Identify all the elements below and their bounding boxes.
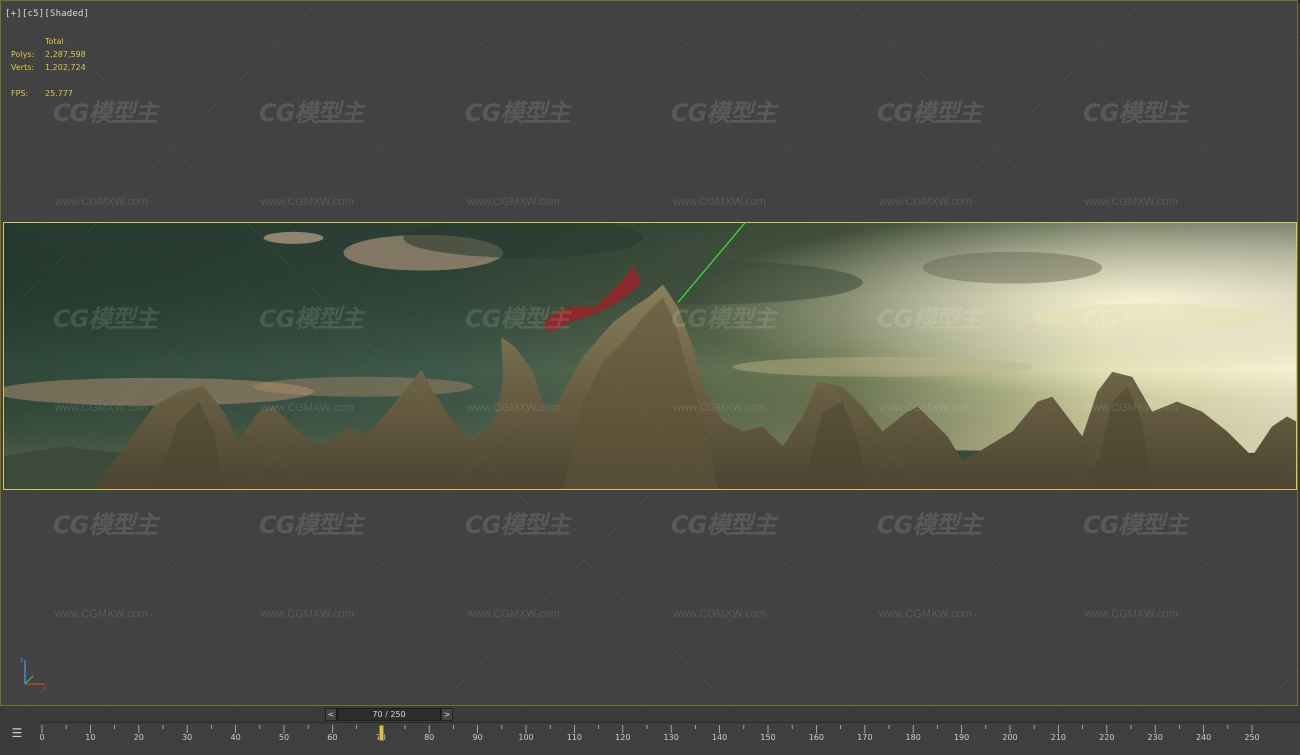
ruler-label: 100 <box>518 733 534 742</box>
app-window: [+][c5][Shaded] Total Polys: 2,287,598 Ve… <box>0 0 1300 755</box>
ruler-label: 150 <box>760 733 776 742</box>
watermark-url: www.CGMXW.com <box>261 196 354 208</box>
ruler-label: 90 <box>472 733 483 742</box>
fps-label: FPS: <box>11 89 29 98</box>
ruler-label: 60 <box>327 733 338 742</box>
svg-text:z: z <box>20 657 23 664</box>
ruler-label: 10 <box>85 733 96 742</box>
viewport-statistics: Total Polys: 2,287,598 Verts: 1,202,724 FP… <box>11 35 115 100</box>
ruler-label: 210 <box>1050 733 1067 742</box>
watermark-url: www.CGMXW.com <box>673 608 766 620</box>
viewport-label[interactable]: [+][c5][Shaded] <box>5 9 89 19</box>
ruler-label: 20 <box>133 733 144 742</box>
ruler-label: 40 <box>230 733 241 742</box>
watermark-url: www.CGMXW.com <box>879 608 972 620</box>
next-frame-button[interactable]: > <box>441 707 453 721</box>
watermark-logo: CG模型主 <box>1083 99 1188 127</box>
watermark-url: www.CGMXW.com <box>467 196 560 208</box>
watermark-url: www.CGMXW.com <box>673 196 766 208</box>
watermark-url: www.CGMXW.com <box>55 196 148 208</box>
ruler-label: 140 <box>711 733 728 742</box>
watermark-url: www.CGMXW.com <box>1085 608 1178 620</box>
watermark-logo: CG模型主 <box>1083 511 1188 539</box>
ruler-label: 130 <box>663 733 679 742</box>
watermark-logo: CG模型主 <box>53 511 158 539</box>
ruler-label: 180 <box>905 733 921 742</box>
ruler-label: 240 <box>1195 733 1212 742</box>
watermark-logo: CG模型主 <box>465 99 570 127</box>
verts-label: Verts: <box>11 63 35 72</box>
ruler-label: 0 <box>39 733 45 742</box>
ruler-label: 170 <box>857 733 873 742</box>
ruler-label: 110 <box>566 733 583 742</box>
watermark-logo: CG模型主 <box>877 511 982 539</box>
ruler-label: 120 <box>615 733 631 742</box>
watermark-logo: CG模型主 <box>259 99 364 127</box>
ruler-label: 250 <box>1244 733 1260 742</box>
watermark-logo: CG模型主 <box>671 99 776 127</box>
ruler-label: 50 <box>278 733 290 742</box>
curve-editor-icon[interactable]: ☰ <box>8 725 26 741</box>
watermark-url: www.CGMXW.com <box>261 608 354 620</box>
perspective-viewport[interactable]: [+][c5][Shaded] Total Polys: 2,287,598 Ve… <box>0 0 1300 707</box>
watermark-logo: CG模型主 <box>671 511 776 539</box>
polys-label: Polys: <box>11 50 35 59</box>
ruler-label: 220 <box>1099 733 1115 742</box>
fps-value: 25.777 <box>45 89 73 98</box>
watermark-url: www.CGMXW.com <box>1085 196 1178 208</box>
mountain-scene-image <box>4 223 1296 489</box>
watermark-logo: CG模型主 <box>877 99 982 127</box>
stats-header: Total <box>45 37 64 46</box>
watermark-logo: CG模型主 <box>259 511 364 539</box>
ruler-label: 160 <box>808 733 825 742</box>
prev-frame-button[interactable]: < <box>325 707 337 721</box>
ruler-label: 80 <box>424 733 435 742</box>
watermark-url: www.CGMXW.com <box>55 608 148 620</box>
ruler-label: 190 <box>953 733 970 742</box>
current-frame-marker[interactable] <box>378 725 384 741</box>
trackbar[interactable]: 0102030405060708090100110120130140150160… <box>39 722 1300 755</box>
time-slider[interactable]: < 70 / 250 > <box>325 707 455 721</box>
polys-value: 2,287,598 <box>45 50 86 59</box>
watermark-url: www.CGMXW.com <box>467 608 560 620</box>
watermark-url: www.CGMXW.com <box>879 196 972 208</box>
safe-frame-render <box>3 222 1297 490</box>
ruler-label: 30 <box>182 733 193 742</box>
frame-ruler[interactable]: 0102030405060708090100110120130140150160… <box>39 723 1300 755</box>
svg-text:x: x <box>43 685 47 692</box>
ruler-label: 200 <box>1002 733 1018 742</box>
axis-tripod-icon: z x <box>20 657 47 692</box>
time-slider-thumb[interactable]: 70 / 250 <box>337 707 441 721</box>
ruler-label: 230 <box>1147 733 1163 742</box>
watermark-logo: CG模型主 <box>465 511 570 539</box>
verts-value: 1,202,724 <box>45 63 86 72</box>
